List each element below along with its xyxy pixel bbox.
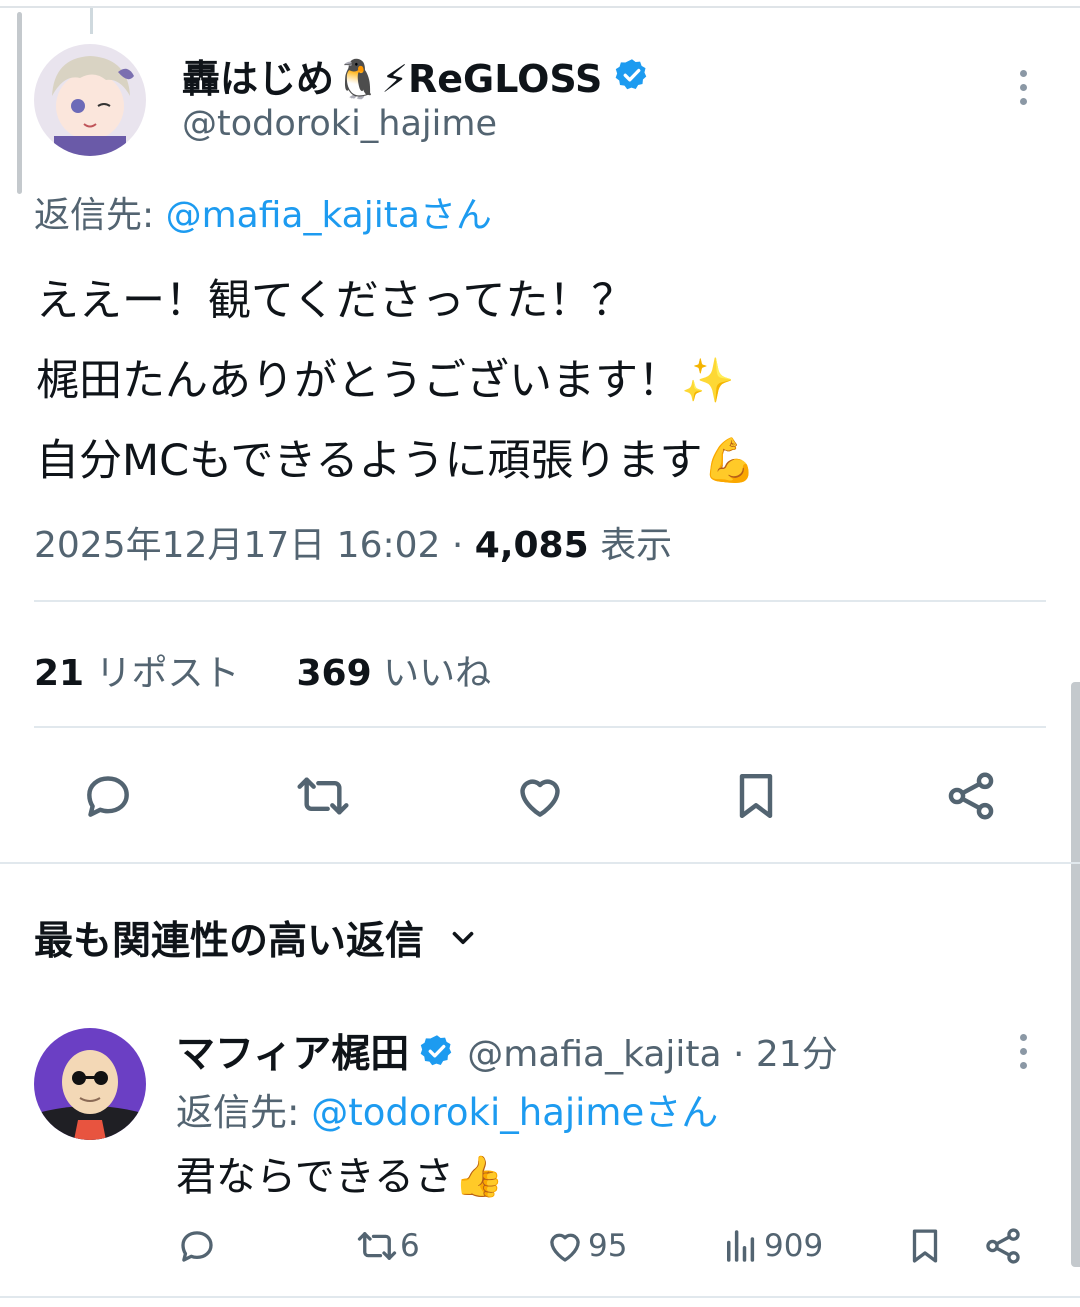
- reply-sort-label: 最も関連性の高い返信: [34, 919, 425, 964]
- reply-to-label: 返信先:: [176, 1091, 312, 1134]
- meta-separator: ·: [440, 525, 475, 566]
- reply-author-avatar[interactable]: [34, 1028, 146, 1140]
- retweet-icon: [297, 777, 349, 815]
- reply-author-handle-time[interactable]: @mafia_kajita · 21分: [467, 1025, 837, 1077]
- likes-stat[interactable]: 369 いいね: [296, 653, 491, 694]
- verified-badge-icon: [420, 1035, 452, 1066]
- more-options-icon[interactable]: [1020, 70, 1028, 105]
- divider: [34, 726, 1046, 728]
- reply-icon: [87, 776, 129, 817]
- like-icon: [550, 1233, 580, 1262]
- bookmark-button[interactable]: [728, 768, 784, 824]
- left-scroll-indicator: [17, 12, 22, 194]
- tweet-meta: 2025年12月17日 16:02 · 4,085 表示: [34, 516, 672, 568]
- more-options-icon[interactable]: [1020, 1034, 1028, 1069]
- likes-label: いいね: [371, 653, 492, 694]
- author-avatar[interactable]: [34, 44, 146, 156]
- chevron-down-icon: [452, 931, 474, 945]
- reply-to-label: 返信先:: [34, 195, 166, 236]
- reply-author-row[interactable]: マフィア梶田 @mafia_kajita · 21分: [176, 1023, 838, 1079]
- reply-like-count: 95: [588, 1228, 628, 1264]
- tweet-text-line-1: ええー！観てくださってた！？: [36, 276, 635, 326]
- reply-bookmark-button[interactable]: [904, 1222, 946, 1270]
- reply-button[interactable]: [80, 768, 136, 824]
- share-icon: [986, 1228, 1020, 1264]
- verified-badge-icon: [616, 59, 647, 90]
- scrollbar[interactable]: [1071, 682, 1080, 1267]
- retweet-icon: [357, 1232, 397, 1260]
- reply-like-button[interactable]: 95: [544, 1222, 627, 1270]
- author-name[interactable]: 轟はじめ🐧⚡ReGLOSS: [182, 48, 602, 103]
- reply-to-line: 返信先: @mafia_kajitaさん: [34, 186, 492, 238]
- share-icon: [948, 772, 994, 820]
- share-button[interactable]: [943, 768, 999, 824]
- views-label: 表示: [588, 525, 673, 566]
- retweet-button[interactable]: [295, 768, 351, 824]
- reply-share-button[interactable]: [982, 1222, 1024, 1270]
- reply-author-name[interactable]: マフィア梶田: [176, 1023, 409, 1079]
- reply-icon: [181, 1231, 213, 1262]
- bookmark-icon: [912, 1229, 938, 1263]
- reply-views-count: 909: [764, 1228, 824, 1264]
- top-divider: [0, 6, 1080, 8]
- tweet-text-line-3: 自分MCもできるように頑張ります💪: [36, 436, 757, 486]
- like-icon: [520, 779, 560, 817]
- reply-reply-button[interactable]: [176, 1222, 218, 1270]
- views-icon: [727, 1230, 755, 1262]
- reposts-stat[interactable]: 21 リポスト: [34, 653, 240, 694]
- author-handle[interactable]: @todoroki_hajime: [182, 104, 497, 144]
- bottom-divider: [0, 1296, 1080, 1298]
- reply-retweet-button[interactable]: 6: [356, 1222, 420, 1270]
- views-count: 4,085: [474, 525, 589, 566]
- bookmark-icon: [739, 773, 773, 819]
- likes-count: 369: [296, 653, 372, 694]
- tweet-text-line-2: 梶田たんありがとうございます！✨: [36, 356, 735, 406]
- thread-connector-line: [90, 8, 93, 34]
- reply-reply-to-line: 返信先: @todoroki_hajimeさん: [176, 1082, 718, 1136]
- reply-retweet-count: 6: [400, 1228, 420, 1264]
- reply-sort-dropdown[interactable]: 最も関連性の高い返信: [34, 910, 480, 966]
- divider: [34, 600, 1046, 602]
- tweet-timestamp[interactable]: 2025年12月17日 16:02: [34, 525, 440, 566]
- like-button[interactable]: [512, 768, 568, 824]
- reply-text: 君ならできるさ👍: [176, 1154, 504, 1200]
- author-name-row[interactable]: 轟はじめ🐧⚡ReGLOSS: [182, 52, 650, 101]
- reposts-label: リポスト: [84, 653, 240, 694]
- reply-to-mention[interactable]: @todoroki_hajimeさん: [311, 1091, 718, 1134]
- reply-views-button[interactable]: 909: [720, 1222, 823, 1270]
- reply-to-mention[interactable]: @mafia_kajitaさん: [166, 195, 492, 236]
- reposts-count: 21: [34, 653, 85, 694]
- engagement-stats: 21 リポスト 369 いいね: [34, 644, 491, 696]
- section-divider: [0, 862, 1080, 864]
